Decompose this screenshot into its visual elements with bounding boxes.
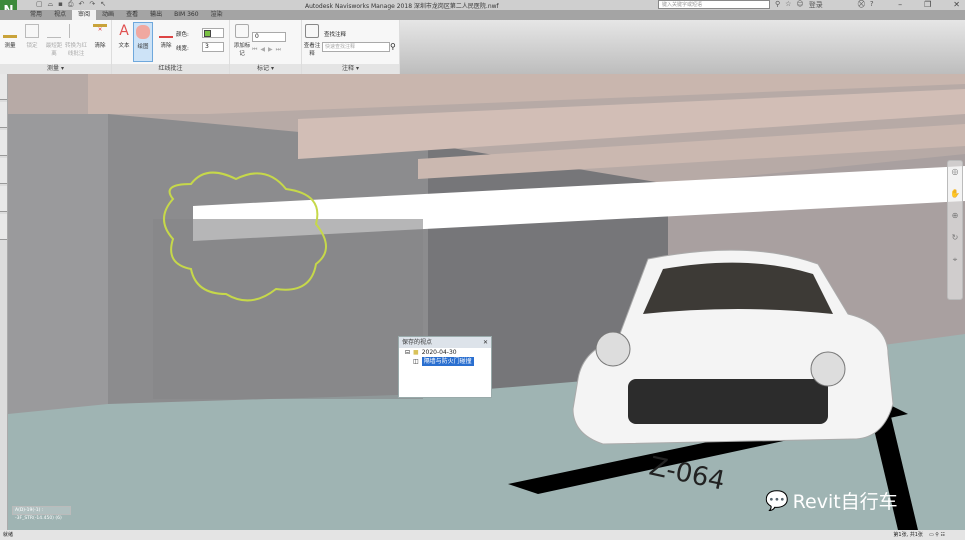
redline-panel-label: 红线批注 xyxy=(112,64,229,74)
lock-icon xyxy=(25,24,39,38)
side-tab[interactable] xyxy=(0,158,7,184)
tab-view[interactable]: 查看 xyxy=(120,10,144,20)
status-bar: 就绪 xyxy=(0,530,965,540)
width-label: 线宽: xyxy=(176,46,189,52)
login-button[interactable]: 登录 xyxy=(809,0,823,10)
color-dropdown[interactable] xyxy=(202,28,224,38)
side-tab[interactable] xyxy=(0,214,7,240)
title-bar: ▢ ⌓ ▪ ⎙ ↶ ↷ ↖ Autodesk Navisworks Manage 2018 … xyxy=(0,0,965,10)
user-icon[interactable]: ☺ xyxy=(796,0,803,10)
search-icon[interactable]: ⚲ xyxy=(390,42,396,51)
open-icon[interactable]: ⌓ xyxy=(48,0,54,10)
binoculars-icon[interactable]: ⚲ xyxy=(775,0,780,10)
tags-panel: 添加标记 0 ⏮◀▶⏭ 标记 ▾ xyxy=(230,20,302,74)
left-wall xyxy=(8,114,108,414)
select-icon[interactable]: ↖ xyxy=(100,0,106,10)
page-indicator: 第1张, 共1张 xyxy=(893,532,923,538)
expand-icon[interactable]: ⊟ xyxy=(405,348,410,357)
tags-panel-label: 标记 ▾ xyxy=(230,64,301,74)
redo-icon[interactable]: ↷ xyxy=(89,0,95,10)
print-icon[interactable]: ⎙ xyxy=(68,0,74,10)
3d-viewport[interactable]: Z-064 xyxy=(8,74,965,530)
cart-icon[interactable]: ⛒ xyxy=(858,0,865,10)
folder-icon: ■ xyxy=(413,349,419,356)
viewpoint-icon: ◫ xyxy=(413,358,419,365)
window-title: Autodesk Navisworks Manage 2018 深圳市龙岗区第二… xyxy=(305,3,499,10)
tab-home[interactable]: 常用 xyxy=(24,10,48,20)
measure-button[interactable]: 测量 xyxy=(0,24,20,49)
line-width-input[interactable]: 3 xyxy=(202,42,224,52)
saved-viewpoints-panel: 保存的视点 ✕ ⊟ ■ 2020-04-30 ◫ 隔墙与防火门碰撞 xyxy=(398,336,492,398)
tab-animation[interactable]: 动画 xyxy=(96,10,120,20)
ribbon-tabs: 常用 视点 审阅 动画 查看 输出 BIM 360 渲染 xyxy=(0,10,965,20)
measure-panel: 测量 锁定 最短距离 转换为红线批注 ✕ 清除 测量 ▾ xyxy=(0,20,112,74)
tab-output[interactable]: 输出 xyxy=(144,10,168,20)
redline-panel: A 文本 绘图 清除 颜色: 线宽: 3 红线批注 xyxy=(112,20,230,74)
tag-icon xyxy=(235,24,249,38)
close-button[interactable]: ✕ xyxy=(953,0,960,9)
color-label: 颜色: xyxy=(176,32,189,38)
tab-bim360[interactable]: BIM 360 xyxy=(168,10,204,20)
tag-navigation[interactable]: ⏮◀▶⏭ xyxy=(252,46,284,54)
ribbon: 测量 锁定 最短距离 转换为红线批注 ✕ 清除 测量 ▾ A 文本 绘图 清除 颜色… xyxy=(0,20,400,74)
eraser-icon xyxy=(159,24,173,38)
side-tab[interactable] xyxy=(0,102,7,128)
find-comments-button[interactable]: 查找注释 xyxy=(324,30,346,38)
navigation-bar[interactable]: ◎ ✋ ⊕ ↻ ⌖ xyxy=(947,160,963,300)
speech-bubble-icon xyxy=(305,24,319,38)
cloud-icon xyxy=(136,25,150,39)
distance-icon xyxy=(47,24,61,38)
shortest-distance-button[interactable]: 最短距离 xyxy=(44,24,64,57)
draw-button[interactable]: 绘图 xyxy=(133,22,153,62)
star-icon[interactable]: ☆ xyxy=(785,0,791,10)
tag-id-input[interactable]: 0 xyxy=(252,32,286,42)
minimize-button[interactable]: – xyxy=(898,0,902,9)
new-icon[interactable]: ▢ xyxy=(36,0,43,10)
viewpoint-item[interactable]: ◫ 隔墙与防火门碰撞 xyxy=(399,357,491,366)
close-icon[interactable]: ✕ xyxy=(483,337,488,348)
comments-panel-label: 注释 ▾ xyxy=(302,64,399,74)
erase-button[interactable]: 清除 xyxy=(156,24,176,49)
lock-button[interactable]: 锁定 xyxy=(22,24,42,49)
status-text: 就绪 xyxy=(3,532,14,538)
wechat-icon: 💬 xyxy=(765,490,789,512)
viewpoint-folder[interactable]: ⊟ ■ 2020-04-30 xyxy=(399,348,491,357)
restore-button[interactable]: ❐ xyxy=(924,0,931,9)
panel-title: 保存的视点 xyxy=(402,339,433,346)
measure-panel-label: 测量 ▾ xyxy=(0,64,111,74)
side-tab[interactable] xyxy=(0,130,7,156)
tab-review[interactable]: 审阅 xyxy=(72,10,97,20)
convert-icon xyxy=(69,24,83,38)
color-swatch xyxy=(204,30,211,37)
text-button[interactable]: A 文本 xyxy=(114,24,134,49)
convert-redline-button[interactable]: 转换为红线批注 xyxy=(64,24,88,57)
quick-find-comments-input[interactable]: 快速查找注释 xyxy=(322,42,390,52)
undo-icon[interactable]: ↶ xyxy=(79,0,85,10)
comments-panel: 查看注释 查找注释 快速查找注释 ⚲ 注释 ▾ xyxy=(302,20,400,74)
side-tab[interactable] xyxy=(0,186,7,212)
side-tab[interactable] xyxy=(0,74,7,100)
ribbon-empty-area xyxy=(400,20,965,74)
tab-viewpoint[interactable]: 视点 xyxy=(48,10,72,20)
clear-icon: ✕ xyxy=(93,24,107,38)
clear-measure-button[interactable]: ✕ 清除 xyxy=(90,24,110,49)
coordinate-readout: A(D)-19(-1) : -3F_STR(-14.450) (6) xyxy=(12,506,71,521)
navigation-tools[interactable]: ◎ ✋ ⊕ ↻ ⌖ xyxy=(948,161,962,271)
save-icon[interactable]: ▪ xyxy=(58,0,63,10)
text-a-icon: A xyxy=(119,23,129,39)
status-icons[interactable]: ▭ ⚲ ☷ xyxy=(929,530,945,540)
watermark: 💬 Revit自行车 xyxy=(765,490,898,513)
add-tag-button[interactable]: 添加标记 xyxy=(232,24,252,57)
help-search-input[interactable]: 键入关键字或短语 xyxy=(658,0,770,9)
glass-partition xyxy=(153,219,423,399)
side-panel-tabs xyxy=(0,74,8,530)
view-comments-button[interactable]: 查看注释 xyxy=(302,24,322,57)
tab-render[interactable]: 渲染 xyxy=(205,10,229,20)
ruler-icon xyxy=(3,24,17,38)
quick-access-toolbar[interactable]: ▢ ⌓ ▪ ⎙ ↶ ↷ ↖ xyxy=(20,0,106,10)
help-icon[interactable]: ? xyxy=(870,0,874,10)
